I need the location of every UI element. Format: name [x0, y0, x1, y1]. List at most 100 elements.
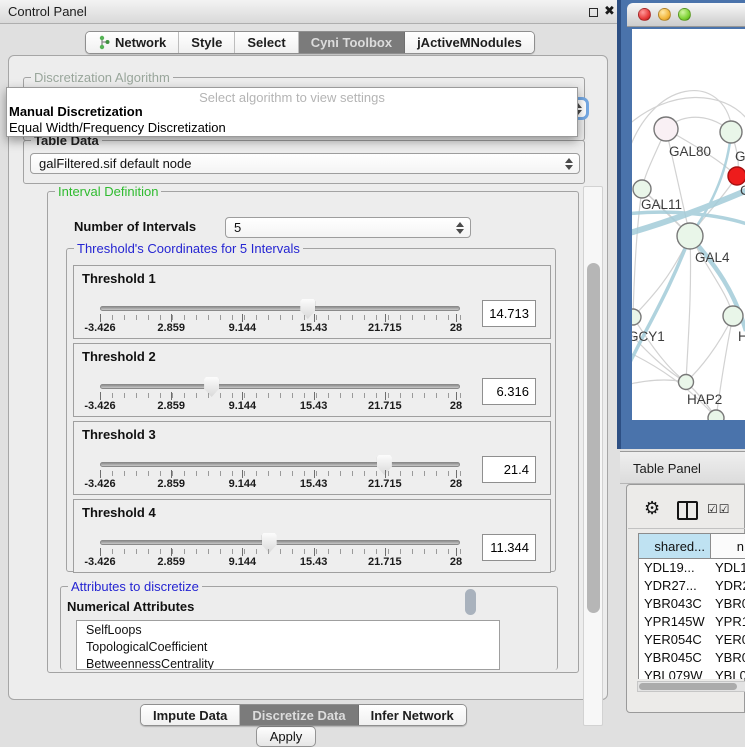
table-horizontal-scrollbar[interactable]: [637, 681, 745, 692]
slider-major-ticks: [100, 392, 456, 400]
tab-select[interactable]: Select: [235, 32, 298, 53]
slider-tick-labels: -3.426 2.859 9.144 15.43 21.715 28: [100, 322, 456, 334]
node-bottom[interactable]: [708, 410, 724, 420]
tab-discretize-data[interactable]: Discretize Data: [240, 705, 358, 725]
threshold-value-field[interactable]: 11.344: [482, 534, 536, 561]
node-label: GA: [735, 149, 745, 164]
node-table: shared... n YDL19...YDL1 YDR27...YDR2 YB…: [638, 533, 745, 679]
node-label: H: [738, 329, 745, 344]
control-panel-titlebar: Control Panel ✖: [0, 0, 618, 24]
table-row[interactable]: YBL079WYBL0: [639, 667, 745, 679]
threshold-slider[interactable]: -3.426 2.859 9.144 15.43 21.715 28: [98, 266, 462, 340]
node-gal11[interactable]: [633, 180, 651, 198]
list-scrollbar[interactable]: [465, 589, 476, 615]
list-item[interactable]: TopologicalCoefficient: [77, 638, 499, 655]
minimize-traffic-light-icon[interactable]: [658, 8, 671, 21]
node-top-right[interactable]: [720, 121, 742, 143]
tab-infer-network[interactable]: Infer Network: [359, 705, 466, 725]
threshold-slider[interactable]: -3.426 2.859 9.144 15.43 21.715 28: [98, 500, 462, 574]
node-label: HAP2: [687, 392, 722, 407]
numerical-attributes-label: Numerical Attributes: [67, 599, 194, 614]
gear-icon[interactable]: ⚙: [644, 498, 660, 519]
table-row[interactable]: YBR043CYBR0: [639, 595, 745, 613]
table-data-combo[interactable]: galFiltered.sif default node: [30, 153, 580, 174]
threshold-value-field[interactable]: 6.316: [482, 378, 536, 405]
table-toolbar: ⚙ ☑☑: [628, 491, 745, 529]
select-columns-checkboxes-icon[interactable]: ☑☑: [707, 502, 731, 516]
slider-major-ticks: [100, 314, 456, 322]
tab-infer-network-label: Infer Network: [371, 708, 454, 723]
network-graph: GAL80 GA GAL11 GAL4 GCY1 H HAP2 C: [632, 29, 745, 420]
network-canvas[interactable]: GAL80 GA GAL11 GAL4 GCY1 H HAP2 C: [632, 29, 745, 420]
node-gal80[interactable]: [654, 117, 678, 141]
tab-style[interactable]: Style: [179, 32, 235, 53]
attributes-group: Attributes to discretize Numerical Attri…: [60, 586, 558, 670]
node-hap2[interactable]: [679, 375, 694, 390]
panel-scrollbar[interactable]: [583, 186, 603, 726]
tab-impute-data[interactable]: Impute Data: [141, 705, 240, 725]
slider-track[interactable]: [100, 540, 460, 545]
tab-network[interactable]: Network: [86, 32, 179, 53]
threshold-row: Threshold 3 -3.426 2.859 9.144 15.43: [73, 421, 551, 495]
popup-option-equal-width-frequency[interactable]: Equal Width/Frequency Discretization: [9, 120, 226, 135]
slider-track[interactable]: [100, 462, 460, 467]
columns-icon[interactable]: [677, 501, 698, 520]
node-gcy1[interactable]: [632, 309, 641, 325]
threshold-row: Threshold 1 -3.426 2.859 9.144 15.43: [73, 265, 551, 339]
node-label: GAL4: [695, 250, 730, 265]
table-panel-title: Table Panel: [633, 461, 701, 476]
popup-option-manual-discretization[interactable]: Manual Discretization: [9, 104, 143, 119]
column-header-shared-name[interactable]: shared...: [639, 534, 711, 558]
table-data-combo-value: galFiltered.sif default node: [39, 156, 191, 171]
table-header-row: shared... n: [639, 534, 745, 559]
tab-jactivemnodules-label: jActiveMNodules: [417, 35, 522, 50]
table-row[interactable]: YPR145WYPR1: [639, 613, 745, 631]
list-item[interactable]: SelfLoops: [77, 621, 499, 638]
node-gal4[interactable]: [677, 223, 703, 249]
table-row[interactable]: YDL19...YDL1: [639, 559, 745, 577]
network-window-titlebar: [627, 3, 745, 27]
apply-button[interactable]: Apply: [256, 726, 316, 747]
cyni-toolbox-panel: Discretization Algorithm Table Data galF…: [8, 55, 608, 700]
table-scrollbar-thumb[interactable]: [639, 683, 737, 690]
close-traffic-light-icon[interactable]: [638, 8, 651, 21]
number-of-intervals-label: Number of Intervals: [74, 219, 196, 234]
tab-network-label: Network: [115, 35, 166, 50]
slider-major-ticks: [100, 470, 456, 478]
slider-track[interactable]: [100, 384, 460, 389]
node-label: GAL11: [641, 197, 682, 212]
table-data-group: Table Data galFiltered.sif default node: [23, 140, 585, 184]
tab-select-label: Select: [247, 35, 285, 50]
numerical-attributes-list[interactable]: SelfLoops TopologicalCoefficient Between…: [76, 620, 500, 670]
table-row[interactable]: YBR045CYBR0: [639, 649, 745, 667]
zoom-traffic-light-icon[interactable]: [678, 8, 691, 21]
threshold-value-field[interactable]: 21.4: [482, 456, 536, 483]
control-panel-title: Control Panel: [8, 4, 87, 19]
panel-scrollbar-thumb[interactable]: [587, 263, 600, 613]
slider-tick-labels: -3.426 2.859 9.144 15.43 21.715 28: [100, 556, 456, 568]
float-window-icon[interactable]: [589, 8, 598, 17]
interval-definition-label: Interval Definition: [55, 184, 161, 199]
tab-jactivemnodules[interactable]: jActiveMNodules: [405, 32, 534, 53]
threshold-value-field[interactable]: 14.713: [482, 300, 536, 327]
node-right[interactable]: [723, 306, 743, 326]
list-item[interactable]: BetweennessCentrality: [77, 655, 499, 670]
table-row[interactable]: YER054CYER0: [639, 631, 745, 649]
stepper-arrows-icon: [455, 222, 464, 234]
slider-tick-labels: -3.426 2.859 9.144 15.43 21.715 28: [100, 400, 456, 412]
threshold-row: Threshold 4 -3.426 2.859 9.144 15.43: [73, 499, 551, 573]
tab-cyni-toolbox[interactable]: Cyni Toolbox: [299, 32, 405, 53]
close-icon[interactable]: ✖: [604, 3, 615, 19]
threshold-row: Threshold 2 -3.426 2.859 9.144 15.43: [73, 343, 551, 417]
threshold-slider[interactable]: -3.426 2.859 9.144 15.43 21.715 28: [98, 344, 462, 418]
slider-track[interactable]: [100, 306, 460, 311]
threshold-coordinates-group: Threshold's Coordinates for 5 Intervals …: [66, 248, 556, 572]
interval-definition-group: Interval Definition Number of Intervals …: [47, 191, 579, 673]
table-row[interactable]: YDR27...YDR2: [639, 577, 745, 595]
number-of-intervals-combo[interactable]: 5: [225, 217, 471, 238]
threshold-coordinates-label: Threshold's Coordinates for 5 Intervals: [74, 241, 303, 256]
threshold-slider[interactable]: -3.426 2.859 9.144 15.43 21.715 28: [98, 422, 462, 496]
slider-major-ticks: [100, 548, 456, 556]
column-header-name[interactable]: n: [711, 534, 745, 558]
table-panel-window: ⚙ ☑☑ shared... n YDL19...YDL1 YDR27...YD…: [626, 484, 745, 713]
